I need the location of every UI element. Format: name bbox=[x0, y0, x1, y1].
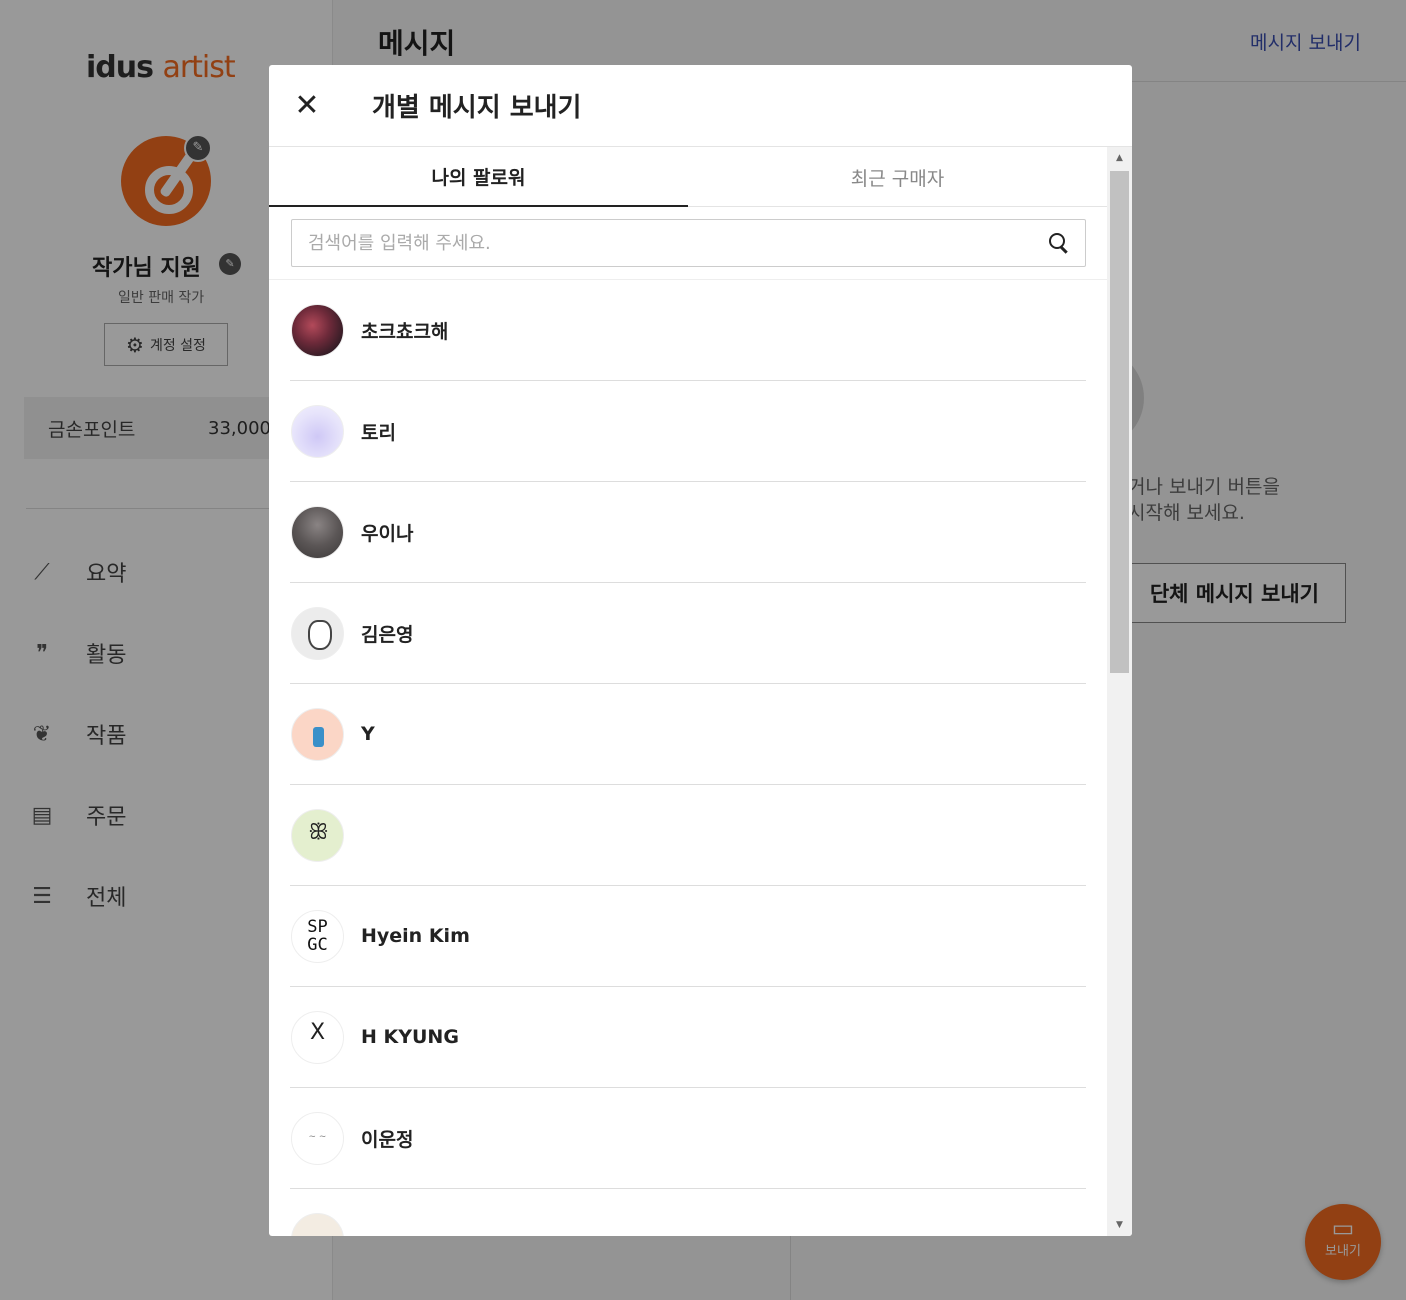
avatar bbox=[291, 303, 344, 357]
scroll-up-arrow-icon[interactable]: ▲ bbox=[1107, 149, 1132, 167]
close-icon[interactable]: ✕ bbox=[293, 89, 321, 123]
send-message-modal: ✕ 개별 메시지 보내기 나의 팔로워 최근 구매자 초크쵸크해 토리 bbox=[269, 65, 1132, 1236]
avatar bbox=[291, 404, 344, 458]
search-input[interactable] bbox=[308, 232, 1047, 254]
list-item[interactable]: 토리 bbox=[290, 381, 1086, 482]
avatar bbox=[291, 707, 344, 761]
modal-title: 개별 메시지 보내기 bbox=[372, 93, 582, 123]
list-item[interactable]: X H KYUNG bbox=[290, 987, 1086, 1088]
list-item[interactable] bbox=[290, 1189, 1086, 1236]
avatar-text: X bbox=[309, 1019, 326, 1045]
avatar: ~ ~ bbox=[291, 1111, 344, 1165]
list-item[interactable]: 초크쵸크해 bbox=[290, 280, 1086, 381]
modal-scroll-area[interactable]: 나의 팔로워 최근 구매자 초크쵸크해 토리 우이나 bbox=[269, 147, 1107, 1236]
tab-recent-buyers[interactable]: 최근 구매자 bbox=[688, 147, 1107, 207]
follower-name: 우이나 bbox=[361, 522, 414, 545]
tab-my-followers[interactable]: 나의 팔로워 bbox=[269, 147, 688, 207]
scrollbar[interactable]: ▲ ▼ bbox=[1107, 147, 1132, 1236]
list-item[interactable]: SP GC Hyein Kim bbox=[290, 886, 1086, 987]
list-item[interactable]: Y bbox=[290, 684, 1086, 785]
avatar bbox=[291, 505, 344, 559]
avatar-text: SP GC bbox=[307, 916, 328, 955]
follower-name: Hyein Kim bbox=[361, 925, 470, 947]
scroll-down-arrow-icon[interactable]: ▼ bbox=[1107, 1216, 1132, 1234]
list-item[interactable]: 우이나 bbox=[290, 482, 1086, 583]
search-icon[interactable] bbox=[1047, 231, 1071, 255]
avatar: SP GC bbox=[291, 909, 344, 963]
follower-name: H KYUNG bbox=[361, 1026, 459, 1048]
follower-name: 김은영 bbox=[361, 623, 414, 646]
scroll-thumb[interactable] bbox=[1110, 171, 1129, 673]
follower-name: Y bbox=[361, 723, 375, 745]
follower-name: 이운정 bbox=[361, 1128, 414, 1151]
avatar: X bbox=[291, 1010, 344, 1064]
search-box bbox=[291, 219, 1086, 267]
avatar bbox=[291, 808, 344, 862]
list-item[interactable] bbox=[290, 785, 1086, 886]
list-item[interactable]: ~ ~ 이운정 bbox=[290, 1088, 1086, 1189]
follower-list: 초크쵸크해 토리 우이나 김은영 Y SP bbox=[269, 280, 1107, 1236]
follower-name: 초크쵸크해 bbox=[361, 320, 449, 343]
avatar-script-logo: ~ ~ bbox=[308, 1131, 327, 1142]
search-wrap bbox=[269, 207, 1107, 280]
modal-tabs: 나의 팔로워 최근 구매자 bbox=[269, 147, 1107, 207]
avatar bbox=[291, 1212, 344, 1236]
list-item[interactable]: 김은영 bbox=[290, 583, 1086, 684]
follower-name: 토리 bbox=[361, 421, 396, 444]
modal-header: ✕ 개별 메시지 보내기 bbox=[269, 65, 1132, 147]
avatar bbox=[291, 606, 344, 660]
